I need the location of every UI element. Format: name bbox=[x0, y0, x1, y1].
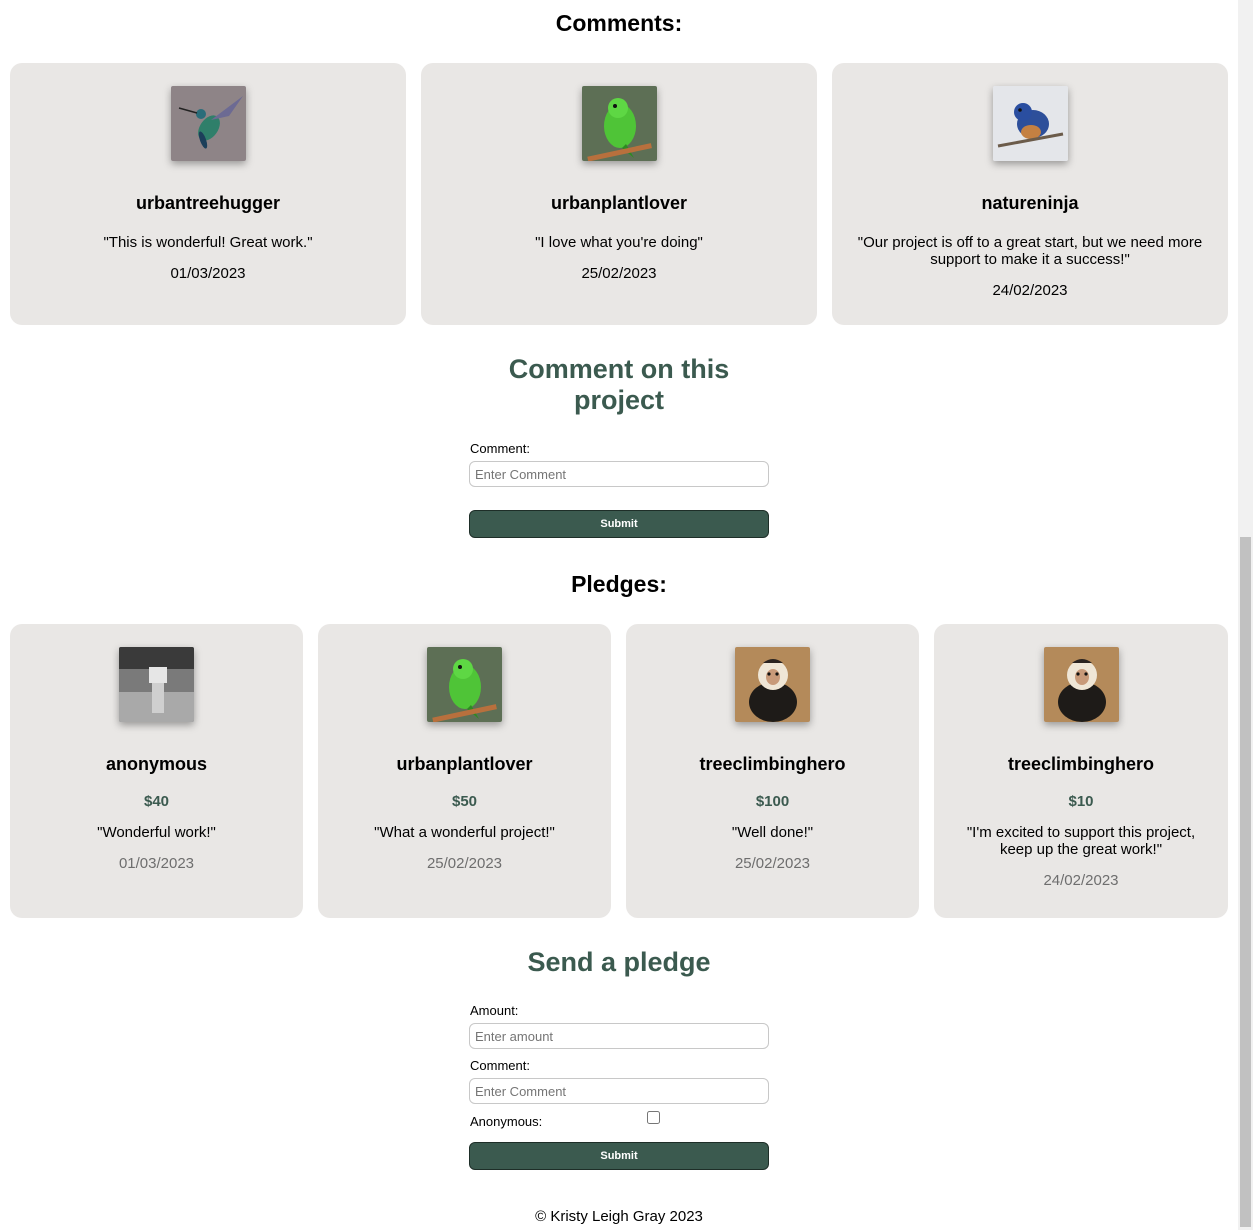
comment-form-title: Comment on this project bbox=[508, 354, 730, 415]
amount-input[interactable] bbox=[469, 1023, 769, 1049]
pledges-list: anonymous $40 "Wonderful work!" 01/03/20… bbox=[10, 624, 1228, 918]
pledge-username: treeclimbinghero bbox=[1007, 754, 1155, 774]
pledge-date: 25/02/2023 bbox=[734, 855, 811, 872]
pledge-amount: $40 bbox=[143, 793, 170, 810]
comment-submit-button[interactable]: Submit bbox=[469, 510, 769, 538]
anonymous-row: Anonymous: bbox=[469, 1111, 769, 1134]
pledge-form-title: Send a pledge bbox=[527, 947, 711, 977]
comment-input[interactable] bbox=[469, 461, 769, 487]
page-scrollbar[interactable] bbox=[1238, 0, 1253, 1230]
pledge-card: treeclimbinghero $10 "I'm excited to sup… bbox=[934, 624, 1228, 918]
pledge-username: treeclimbinghero bbox=[699, 754, 846, 774]
pledge-card: urbanplantlover $50 "What a wonderful pr… bbox=[318, 624, 611, 918]
box-head-person-avatar bbox=[119, 647, 194, 722]
anonymous-checkbox[interactable] bbox=[647, 1111, 660, 1124]
comment-text: "This is wonderful! Great work." bbox=[103, 234, 313, 251]
comment-field-label: Comment: bbox=[470, 1058, 530, 1073]
comment-card: natureninja "Our project is off to a gre… bbox=[832, 63, 1228, 325]
pledge-username: anonymous bbox=[105, 754, 207, 774]
comment-username: natureninja bbox=[981, 193, 1079, 213]
pledge-date: 01/03/2023 bbox=[118, 855, 195, 872]
hummingbird-avatar bbox=[171, 86, 246, 161]
green-parrot-avatar bbox=[427, 647, 502, 722]
comment-field-label: Comment: bbox=[470, 441, 530, 456]
amount-field-label: Amount: bbox=[470, 1003, 519, 1018]
capuchin-monkey-avatar bbox=[735, 647, 810, 722]
comment-date: 25/02/2023 bbox=[581, 265, 657, 282]
pledge-amount: $50 bbox=[451, 793, 478, 810]
pledge-date: 24/02/2023 bbox=[1043, 872, 1119, 889]
page: Comments: urbantreehugger "This is wonde… bbox=[0, 0, 1238, 1230]
comment-text: "Our project is off to a great start, bu… bbox=[857, 234, 1203, 268]
comments-heading: Comments: bbox=[555, 10, 683, 36]
pledge-card: treeclimbinghero $100 "Well done!" 25/02… bbox=[626, 624, 919, 918]
pledge-comment: "Well done!" bbox=[731, 824, 814, 841]
comment-form: Comment: Submit bbox=[469, 441, 769, 538]
capuchin-monkey-avatar bbox=[1044, 647, 1119, 722]
pledge-card: anonymous $40 "Wonderful work!" 01/03/20… bbox=[10, 624, 303, 918]
comment-text: "I love what you're doing" bbox=[535, 234, 703, 251]
comment-date: 01/03/2023 bbox=[170, 265, 246, 282]
pledge-comment: "Wonderful work!" bbox=[97, 824, 216, 841]
pledge-comment-input[interactable] bbox=[469, 1078, 769, 1104]
pledges-heading: Pledges: bbox=[571, 571, 667, 597]
pledge-comment: "What a wonderful project!" bbox=[374, 824, 555, 841]
comments-list: urbantreehugger "This is wonderful! Grea… bbox=[10, 63, 1228, 325]
pledge-comment: "I'm excited to support this project, ke… bbox=[966, 824, 1196, 858]
anonymous-label: Anonymous: bbox=[470, 1114, 543, 1129]
pledge-date: 25/02/2023 bbox=[426, 855, 503, 872]
comment-username: urbantreehugger bbox=[135, 193, 281, 213]
pledge-username: urbanplantlover bbox=[396, 754, 533, 774]
pledge-form: Amount: Comment: Anonymous: Submit bbox=[469, 1003, 769, 1170]
pledge-submit-button[interactable]: Submit bbox=[469, 1142, 769, 1170]
comment-date: 24/02/2023 bbox=[992, 282, 1068, 299]
pledge-amount: $100 bbox=[755, 793, 790, 810]
comment-card: urbanplantlover "I love what you're doin… bbox=[421, 63, 817, 325]
scrollbar-thumb[interactable] bbox=[1240, 537, 1251, 1227]
footer-copyright: © Kristy Leigh Gray 2023 bbox=[535, 1208, 703, 1225]
bluebird-avatar bbox=[993, 86, 1068, 161]
pledge-amount: $10 bbox=[1068, 793, 1094, 810]
comment-card: urbantreehugger "This is wonderful! Grea… bbox=[10, 63, 406, 325]
green-parrot-avatar bbox=[582, 86, 657, 161]
comment-username: urbanplantlover bbox=[550, 193, 688, 213]
